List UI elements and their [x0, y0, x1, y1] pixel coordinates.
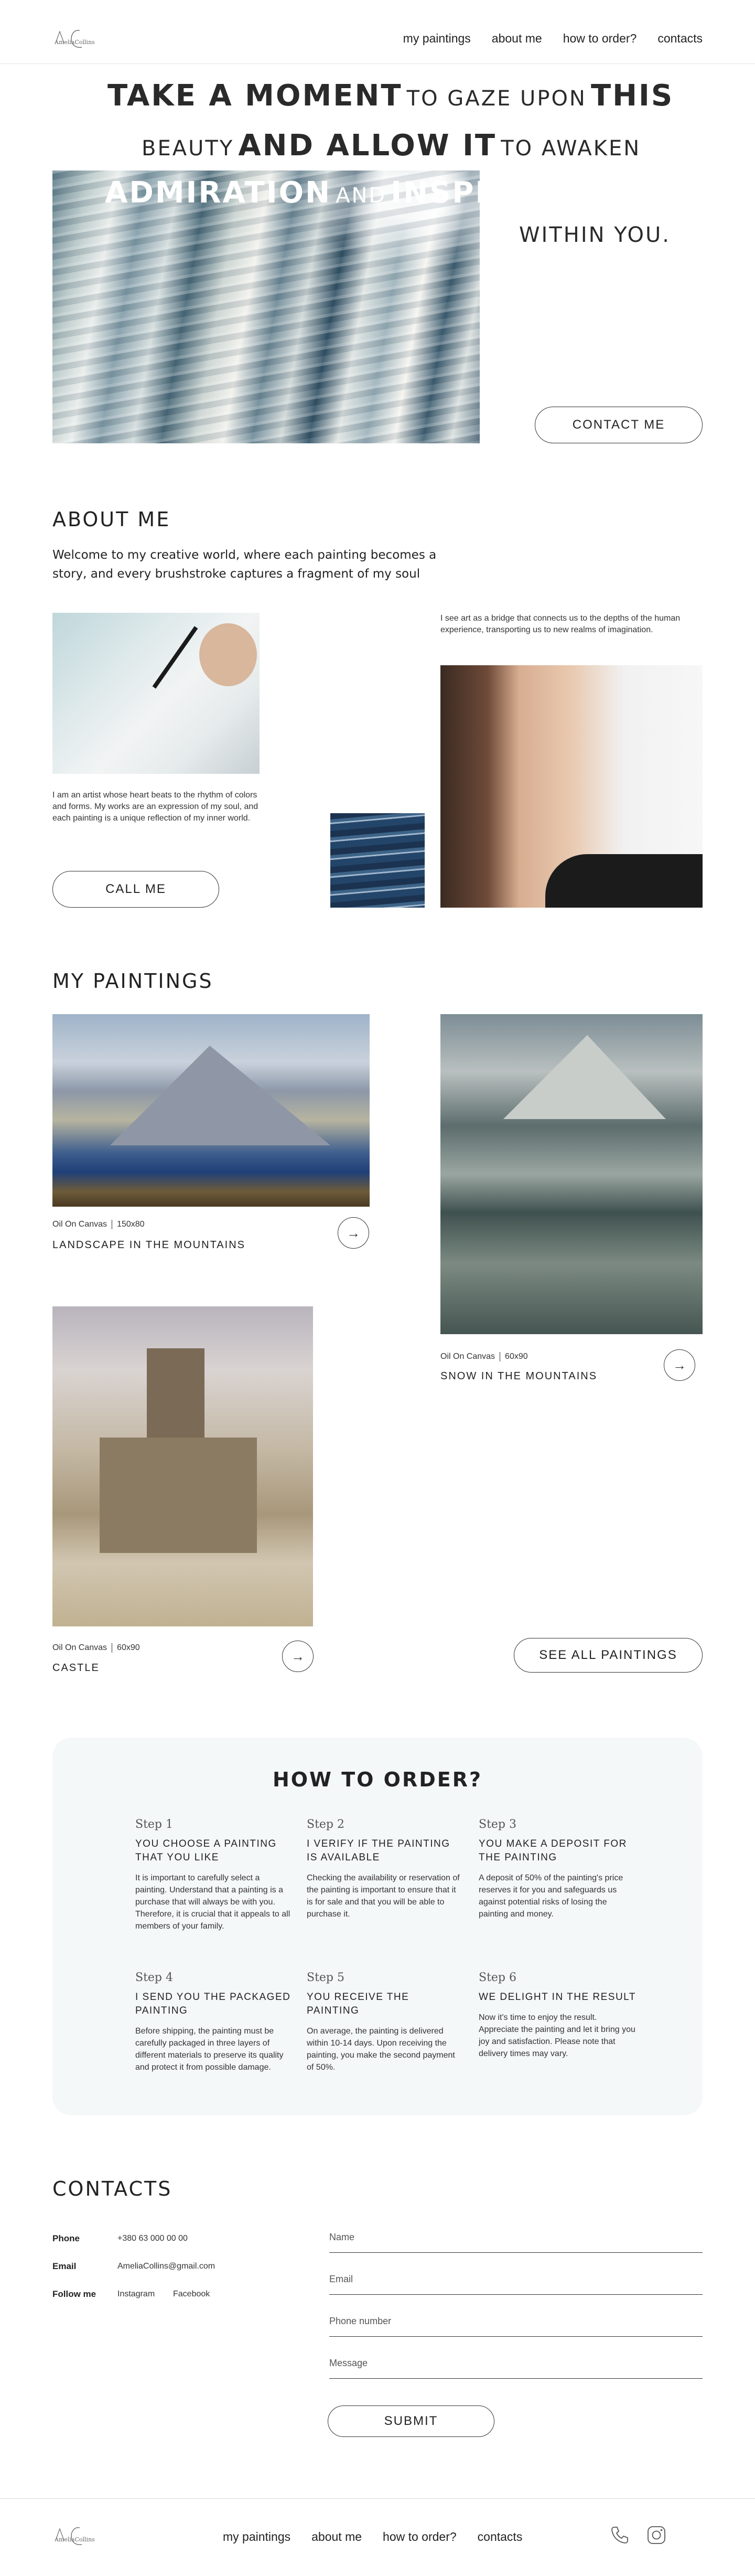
phone-label: Phone: [52, 2233, 80, 2243]
message-placeholder: Message: [329, 2358, 368, 2368]
nav-how-to-order[interactable]: how to order?: [563, 31, 637, 46]
painting-name: CASTLE: [52, 1662, 100, 1674]
name-placeholder: Name: [329, 2232, 355, 2242]
instagram-link[interactable]: Instagram: [117, 2290, 155, 2299]
painting-arrow-button[interactable]: →: [282, 1641, 314, 1672]
step-number: Step 5: [307, 1971, 345, 1984]
step-number: Step 6: [479, 1971, 517, 1984]
wave-painting-thumbnail: [330, 813, 425, 908]
arrow-right-icon: →: [347, 1225, 360, 1241]
painting-meta: Oil On Canvas 60x90: [440, 1352, 528, 1361]
step-text: On average, the painting is delivered wi…: [307, 2027, 455, 2072]
step-text: Now it's time to enjoy the result. Appre…: [479, 2013, 635, 2058]
arrow-right-icon: →: [673, 1357, 686, 1373]
main-nav: my paintings about me how to order? cont…: [403, 31, 703, 46]
artist-portrait-photo: [440, 665, 703, 908]
hero-headline-line2: beauty and allow it to awaken: [142, 129, 641, 163]
painting-arrow-button[interactable]: →: [338, 1217, 369, 1249]
paintings-title: MY PAINTINGS: [52, 970, 213, 993]
instagram-icon[interactable]: [646, 2525, 667, 2546]
hero-headline-line1: Take a moment to gaze upon this: [107, 79, 674, 113]
footer-nav-how-to-order[interactable]: how to order?: [383, 2530, 457, 2544]
logo-mark: AmeliaCollins: [54, 30, 95, 48]
step-number: Step 1: [135, 1818, 174, 1831]
name-field[interactable]: Name: [329, 2232, 703, 2253]
step-title: I VERIFY IF THE PAINTING IS AVAILABLE: [307, 1838, 450, 1863]
phone-field[interactable]: Phone number: [329, 2316, 703, 2337]
painting-meta: Oil On Canvas 150x80: [52, 1220, 145, 1229]
see-all-paintings-button[interactable]: SEE ALL PAINTINGS: [514, 1638, 703, 1673]
email-field[interactable]: Email: [329, 2274, 703, 2295]
footer-nav-contacts[interactable]: contacts: [478, 2530, 523, 2544]
step-number: Step 3: [479, 1818, 517, 1831]
step-title: YOU CHOOSE A PAINTING THAT YOU LIKE: [135, 1838, 277, 1863]
logo-text: AmeliaCollins: [54, 2536, 95, 2543]
submit-button[interactable]: SUBMIT: [328, 2405, 494, 2437]
footer-nav: my paintings about me how to order? cont…: [223, 2530, 522, 2544]
step-title: WE DELIGHT IN THE RESULT: [479, 1992, 636, 2003]
email-placeholder: Email: [329, 2274, 353, 2284]
call-me-button[interactable]: CALL ME: [52, 871, 219, 908]
order-step: Step 4 I SEND YOU THE PACKAGED PAINTING …: [135, 1971, 293, 2073]
step-text: Checking the availability or reservation…: [307, 1874, 460, 1919]
logo-mark: AmeliaCollins: [54, 2527, 95, 2545]
order-step: Step 3 YOU MAKE A DEPOSIT FOR THE PAINTI…: [479, 1818, 636, 1920]
about-title: ABOUT ME: [52, 508, 171, 531]
about-intro: Welcome to my creative world, where each…: [52, 548, 437, 581]
step-text: A deposit of 50% of the painting's price…: [479, 1874, 623, 1919]
step-title: I SEND YOU THE PACKAGED PAINTING: [135, 1992, 291, 2016]
phone-link[interactable]: +380 63 000 00 00: [117, 2234, 188, 2243]
hero-headline-line3: admiration and inspiration: [105, 176, 621, 210]
order-step: Step 5 YOU RECEIVE THE PAINTING On avera…: [307, 1971, 464, 2073]
footer-nav-my-paintings[interactable]: my paintings: [223, 2530, 290, 2544]
about-text-art: I see art as a bridge that connects us t…: [440, 614, 681, 634]
facebook-link[interactable]: Facebook: [173, 2290, 210, 2299]
step-number: Step 4: [135, 1971, 174, 1984]
painting-meta: Oil On Canvas 60x90: [52, 1643, 140, 1653]
step-title: YOU RECEIVE THE PAINTING: [307, 1992, 409, 2016]
message-field[interactable]: Message: [329, 2358, 703, 2379]
phone-placeholder: Phone number: [329, 2316, 392, 2326]
painting-arrow-button[interactable]: →: [664, 1349, 695, 1381]
artist-painting-photo: [52, 613, 260, 774]
step-text: Before shipping, the painting must be ca…: [135, 2027, 284, 2072]
order-title: HOW TO ORDER?: [272, 1768, 483, 1791]
step-title: YOU MAKE A DEPOSIT FOR THE PAINTING: [479, 1838, 627, 1863]
logo[interactable]: AmeliaCollins: [52, 26, 121, 52]
nav-about-me[interactable]: about me: [492, 31, 542, 46]
hero-headline-line4: within you.: [519, 223, 671, 247]
painting-castle-image[interactable]: [52, 1306, 313, 1626]
email-label: Email: [52, 2261, 77, 2271]
footer-nav-about-me[interactable]: about me: [311, 2530, 362, 2544]
about-text-artist: I am an artist whose heart beats to the …: [52, 791, 258, 823]
footer-logo[interactable]: AmeliaCollins: [52, 2524, 121, 2550]
order-step: Step 1 YOU CHOOSE A PAINTING THAT YOU LI…: [135, 1818, 293, 1932]
footer-divider: [0, 2498, 755, 2499]
step-text: It is important to carefully select a pa…: [135, 1874, 290, 1931]
arrow-right-icon: →: [291, 1648, 305, 1664]
hero-painting: [52, 171, 480, 443]
order-step: Step 6 WE DELIGHT IN THE RESULT Now it's…: [479, 1971, 636, 2060]
order-step: Step 2 I VERIFY IF THE PAINTING IS AVAIL…: [307, 1818, 464, 1920]
contacts-title: CONTACTS: [52, 2177, 172, 2200]
nav-my-paintings[interactable]: my paintings: [403, 31, 471, 46]
painting-snow-image[interactable]: [440, 1014, 703, 1334]
painting-landscape-image[interactable]: [52, 1014, 370, 1207]
nav-contacts[interactable]: contacts: [657, 31, 703, 46]
email-link[interactable]: AmeliaCollins@gmail.com: [117, 2262, 215, 2271]
phone-icon[interactable]: [609, 2525, 630, 2546]
painting-name: SNOW IN THE MOUNTAINS: [440, 1370, 598, 1382]
logo-text: AmeliaCollins: [54, 39, 95, 46]
follow-label: Follow me: [52, 2289, 96, 2299]
painting-name: LANDSCAPE IN THE MOUNTAINS: [52, 1239, 245, 1251]
contact-me-button[interactable]: CONTACT ME: [535, 407, 703, 443]
step-number: Step 2: [307, 1818, 345, 1831]
